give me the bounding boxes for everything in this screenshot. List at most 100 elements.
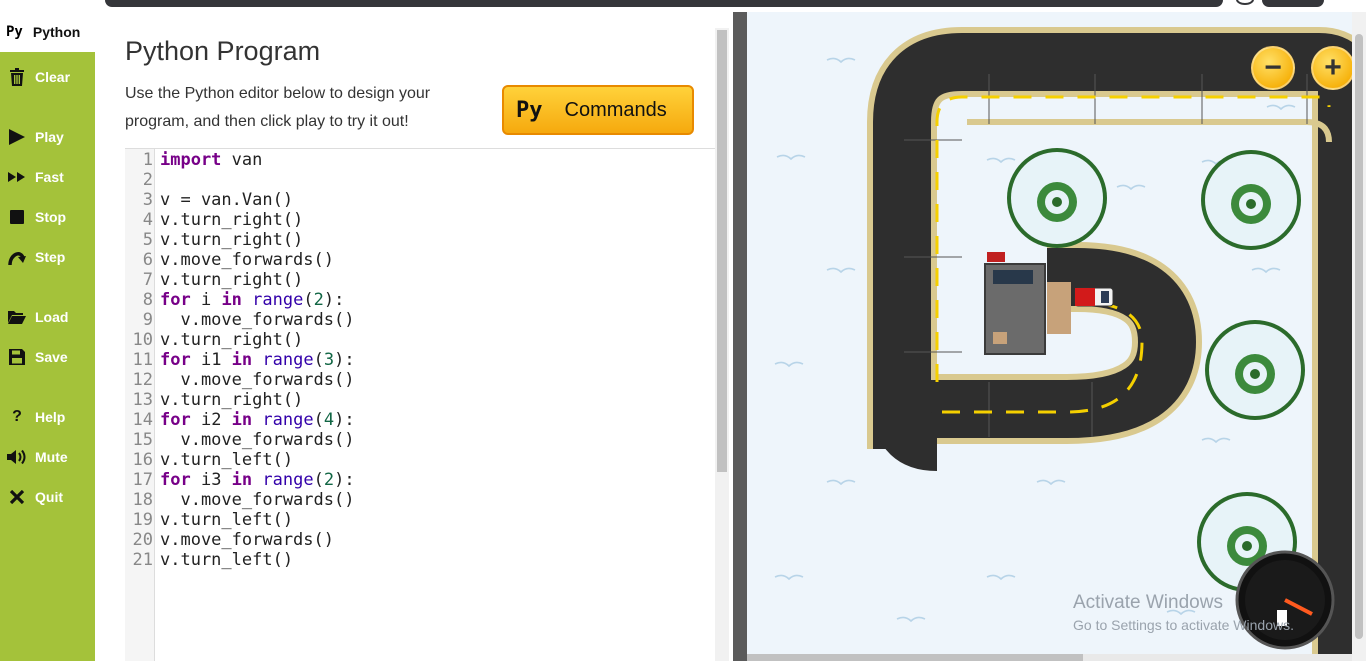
fast-button[interactable]: Fast xyxy=(0,162,95,192)
step-label: Step xyxy=(35,249,66,265)
code-text: v.turn_left() xyxy=(160,510,294,530)
mute-button[interactable]: Mute xyxy=(0,442,95,472)
code-text: v.move_forwards() xyxy=(160,430,355,450)
line-number: 14 xyxy=(132,410,153,430)
save-button[interactable]: Save xyxy=(0,342,95,372)
line-number: 10 xyxy=(132,330,153,350)
line-number: 21 xyxy=(132,550,153,570)
browser-address-bar[interactable] xyxy=(105,0,1223,7)
close-icon xyxy=(7,487,27,507)
code-text: for i1 in range(3): xyxy=(160,350,355,370)
browser-top-strip xyxy=(0,0,1366,12)
tab-python-label: Python xyxy=(32,24,81,40)
quit-label: Quit xyxy=(35,489,63,505)
line-number: 5 xyxy=(142,230,153,250)
panel-splitter[interactable] xyxy=(733,12,747,661)
page-description: Use the Python editor below to design yo… xyxy=(125,85,431,130)
clear-button[interactable]: Clear xyxy=(0,62,95,92)
help-button[interactable]: ? Help xyxy=(0,402,95,432)
save-icon xyxy=(7,347,27,367)
sidebar xyxy=(0,12,95,661)
code-text: v.turn_left() xyxy=(160,450,294,470)
stop-label: Stop xyxy=(35,209,67,225)
zoom-out-button[interactable]: − xyxy=(1251,46,1295,90)
snowy-tree xyxy=(1205,320,1305,420)
code-text: v.move_forwards() xyxy=(160,250,334,270)
play-label: Play xyxy=(35,129,64,145)
line-number: 2 xyxy=(142,170,153,190)
stop-icon xyxy=(7,207,27,227)
game-scrollbar-vertical-thumb[interactable] xyxy=(1355,34,1363,639)
road-map xyxy=(774,27,1366,661)
game-canvas[interactable] xyxy=(747,12,1366,661)
play-icon xyxy=(7,127,27,147)
line-number: 7 xyxy=(142,270,153,290)
line-number: 3 xyxy=(142,190,153,210)
help-label: Help xyxy=(35,409,66,425)
folder-icon xyxy=(7,307,27,327)
minus-icon: − xyxy=(1264,51,1282,84)
code-text: for i in range(2): xyxy=(160,290,345,310)
code-text: v = van.Van() xyxy=(160,190,294,210)
profile-icon[interactable] xyxy=(1236,0,1254,5)
stop-button[interactable]: Stop xyxy=(0,202,95,232)
line-number: 20 xyxy=(132,530,153,550)
code-text: for i3 in range(2): xyxy=(160,470,355,490)
quit-button[interactable]: Quit xyxy=(0,482,95,512)
tab-python[interactable]: Py Python xyxy=(0,12,95,52)
editor-scrollbar-thumb[interactable] xyxy=(717,30,727,472)
load-label: Load xyxy=(35,309,69,325)
fast-label: Fast xyxy=(35,169,64,185)
editor-scrollbar[interactable] xyxy=(715,28,729,661)
line-number: 4 xyxy=(142,210,153,230)
save-label: Save xyxy=(35,349,68,365)
code-text: v.turn_right() xyxy=(160,230,304,250)
speaker-icon xyxy=(7,447,27,467)
code-text: v.move_forwards() xyxy=(160,530,334,550)
code-text: v.turn_right() xyxy=(160,270,304,290)
line-number: 16 xyxy=(132,450,153,470)
code-text: v.turn_left() xyxy=(160,550,294,570)
game-scrollbar-vertical[interactable] xyxy=(1352,12,1366,661)
code-editor[interactable]: 1 import van 2 3 v = van.Van() 4 v.turn_right(… xyxy=(125,148,715,661)
line-number: 15 xyxy=(132,430,153,450)
zoom-in-button[interactable]: + xyxy=(1311,46,1355,90)
commands-button[interactable]: Py Commands xyxy=(502,85,694,135)
mute-label: Mute xyxy=(35,449,68,465)
page-title: Python Program xyxy=(125,36,321,66)
code-text: for i2 in range(4): xyxy=(160,410,355,430)
app-root: Py Python Clear Play Fast Stop Step Load… xyxy=(0,0,1366,661)
step-button[interactable]: Step xyxy=(0,242,95,272)
fast-forward-icon xyxy=(7,167,27,187)
python-icon: Py xyxy=(6,24,23,40)
load-button[interactable]: Load xyxy=(0,302,95,332)
commands-label: Commands xyxy=(564,98,667,121)
snowy-tree xyxy=(1007,148,1107,248)
line-number: 19 xyxy=(132,510,153,530)
watermark-line2: Go to Settings to activate Windows. xyxy=(1073,617,1294,633)
line-number: 6 xyxy=(142,250,153,270)
clear-label: Clear xyxy=(35,69,71,85)
plus-icon: + xyxy=(1324,51,1342,84)
windows-watermark: Activate Windows Go to Settings to activ… xyxy=(1073,592,1294,633)
van xyxy=(1074,287,1114,307)
code-text: v.turn_right() xyxy=(160,210,304,230)
code-text: import van xyxy=(160,150,263,170)
game-scrollbar-horizontal-thumb[interactable] xyxy=(747,654,1083,661)
game-scrollbar-horizontal[interactable] xyxy=(747,654,1352,661)
line-number: 11 xyxy=(132,350,153,370)
trash-icon xyxy=(7,67,27,87)
code-text: v.turn_right() xyxy=(160,330,304,350)
play-button[interactable]: Play xyxy=(0,122,95,152)
line-number: 12 xyxy=(132,370,153,390)
code-text: v.move_forwards() xyxy=(160,490,355,510)
code-text: v.move_forwards() xyxy=(160,310,355,330)
line-number: 13 xyxy=(132,390,153,410)
line-number: 1 xyxy=(142,150,153,170)
line-number: 18 xyxy=(132,490,153,510)
line-number: 9 xyxy=(142,310,153,330)
line-number: 17 xyxy=(132,470,153,490)
browser-menu-area[interactable] xyxy=(1262,0,1324,7)
code-text: v.move_forwards() xyxy=(160,370,355,390)
watermark-line1: Activate Windows xyxy=(1073,592,1223,613)
